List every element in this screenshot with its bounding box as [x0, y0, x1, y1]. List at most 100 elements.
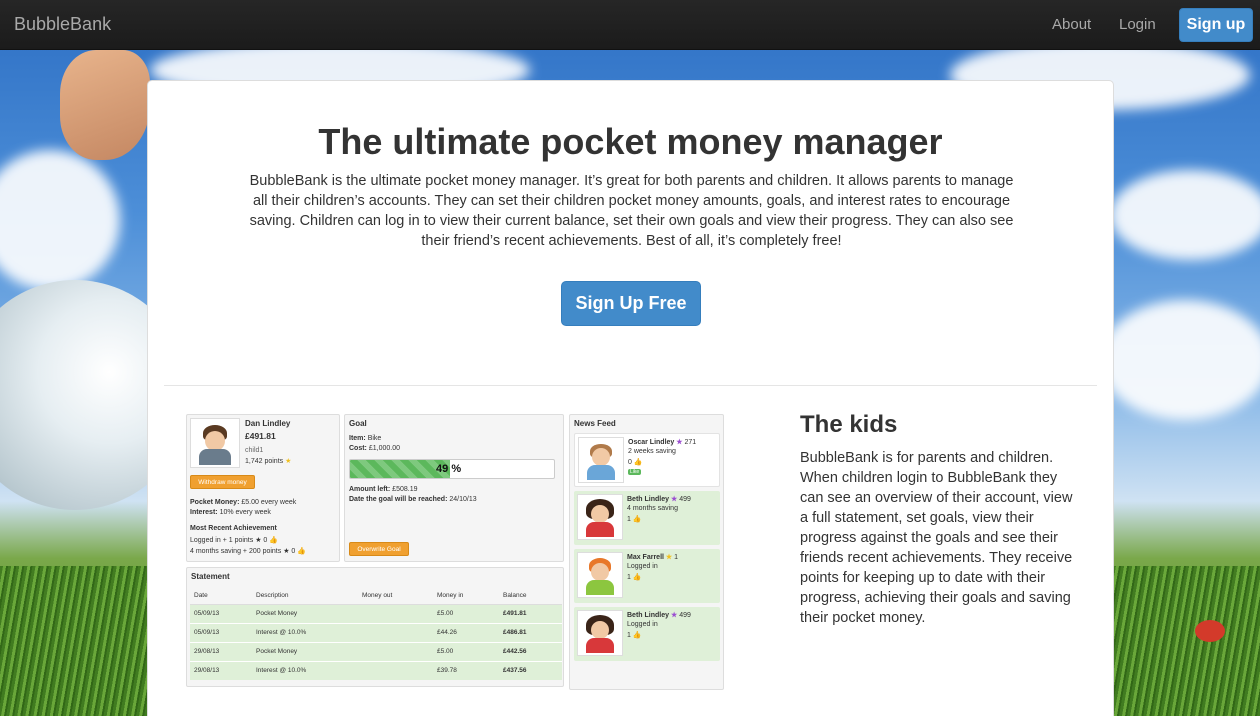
goal-date-value: 24/10/13 [449, 496, 477, 503]
goal-percent-sign: % [451, 463, 462, 475]
child-username: child1 [245, 447, 264, 454]
star-icon: ★ [676, 439, 683, 446]
feed-name: Beth Lindley ★ 499 [627, 611, 691, 619]
table-row: 29/08/13 Pocket Money £5.00 £442.56 [190, 641, 562, 661]
divider [164, 385, 1097, 386]
feed-line: 0 👍 [628, 459, 643, 466]
table-header: Description [252, 588, 358, 605]
table-row: 29/08/13 Interest @ 10.0% £39.78 £437.56 [190, 660, 562, 680]
brand-logo[interactable]: BubbleBank [14, 14, 111, 35]
goal-item-value: Bike [367, 435, 382, 442]
table-header: Money out [358, 588, 433, 605]
news-feed-title: News Feed [574, 419, 616, 428]
feed-item: Oscar Lindley ★ 271 2 weeks saving 0 👍 L… [574, 433, 720, 487]
feed-line: 1 👍 [627, 574, 642, 581]
signup-free-button[interactable]: Sign Up Free [561, 281, 701, 326]
table-header: Money in [433, 588, 499, 605]
feed-line: Logged in [627, 621, 658, 628]
background-flower [1195, 620, 1225, 642]
table-row: 05/09/13 Interest @ 10.0% £44.26 £486.81 [190, 622, 562, 642]
preview-news-feed: News Feed Oscar Lindley ★ 271 2 weeks sa… [569, 414, 724, 690]
table-cell: £39.78 [433, 660, 499, 680]
goal-title: Goal [349, 419, 367, 428]
feed-name: Oscar Lindley ★ 271 [628, 438, 696, 446]
table-cell: £491.81 [499, 603, 562, 623]
preview-goal-card: Goal Item: Bike Cost: £1,000.00 49 % Amo… [344, 414, 564, 562]
goal-cost-label: Cost: [349, 445, 367, 452]
feed-item: Beth Lindley ★ 499 Logged in 1 👍 [574, 607, 720, 661]
pocket-money-value: £5.00 every week [241, 499, 297, 506]
navbar: BubbleBank About Login Sign up [0, 0, 1260, 50]
hero-title: The ultimate pocket money manager [318, 121, 943, 162]
goal-progress-fill [350, 460, 450, 478]
table-cell: £5.00 [433, 641, 499, 661]
goal-cost-value: £1,000.00 [368, 445, 400, 452]
table-header-row: Date Description Money out Money in Bala… [190, 588, 562, 605]
goal-percent-value: 49 [436, 463, 449, 475]
points-value: 1,742 points [245, 458, 284, 465]
preview-statement-card: Statement Date Description Money out Mon… [186, 567, 564, 687]
feed-name-text: Oscar Lindley [628, 439, 675, 446]
table-cell: £5.00 [433, 603, 499, 623]
like-button[interactable]: Like [628, 469, 642, 475]
goal-amount-left-label: Amount left: [349, 486, 391, 493]
interest-row: Interest: 10% every week [190, 509, 271, 516]
feed-name-text: Beth Lindley [627, 612, 670, 619]
feed-line: 2 weeks saving [628, 448, 676, 455]
goal-date-row: Date the goal will be reached: 24/10/13 [349, 496, 477, 503]
statement-title: Statement [191, 572, 230, 581]
table-cell [358, 622, 433, 642]
table-cell: Interest @ 10.0% [252, 660, 358, 680]
table-cell: £442.56 [499, 641, 562, 661]
table-cell [358, 641, 433, 661]
table-cell: £44.26 [433, 622, 499, 642]
table-cell: Pocket Money [252, 603, 358, 623]
goal-date-label: Date the goal will be reached: [349, 496, 448, 503]
withdraw-money-button[interactable]: Withdraw money [190, 475, 255, 489]
feed-line: 4 months saving [627, 505, 678, 512]
goal-cost-row: Cost: £1,000.00 [349, 445, 400, 452]
table-cell [358, 603, 433, 623]
table-cell: Interest @ 10.0% [252, 622, 358, 642]
feed-name-text: Beth Lindley [627, 496, 670, 503]
feed-name: Beth Lindley ★ 499 [627, 495, 691, 503]
hero-description: BubbleBank is the ultimate pocket money … [249, 173, 1014, 249]
preview-profile-card: Dan Lindley £491.81 child1 1,742 points … [186, 414, 340, 562]
feed-item: Beth Lindley ★ 499 4 months saving 1 👍 [574, 491, 720, 545]
feed-score: 499 [679, 612, 691, 619]
table-row: 05/09/13 Pocket Money £5.00 £491.81 [190, 603, 562, 623]
nav-login-link[interactable]: Login [1119, 16, 1156, 33]
avatar [578, 437, 624, 483]
table-cell: 05/09/13 [190, 622, 252, 642]
nav-signup-button[interactable]: Sign up [1179, 8, 1253, 42]
goal-progress-label: 49 % [436, 463, 461, 475]
achievement-item: 4 months saving + 200 points ★ 0 👍 [190, 548, 306, 555]
nav-about-link[interactable]: About [1052, 16, 1091, 33]
feed-score: 271 [684, 439, 697, 446]
goal-progress-bar: 49 % [349, 459, 555, 479]
table-cell: £437.56 [499, 660, 562, 680]
star-icon: ★ [670, 496, 678, 503]
table-cell: Pocket Money [252, 641, 358, 661]
star-icon: ★ [665, 554, 673, 561]
child-name: Dan Lindley [245, 419, 291, 428]
table-header: Balance [499, 588, 562, 605]
feed-line: Logged in [627, 563, 658, 570]
overwrite-goal-button[interactable]: Overwrite Goal [349, 542, 409, 556]
star-icon: ★ [670, 612, 678, 619]
avatar [577, 494, 623, 540]
achievement-item: Logged in + 1 points ★ 0 👍 [190, 537, 278, 544]
goal-item-label: Item: [349, 435, 366, 442]
kids-description: BubbleBank is for parents and children. … [800, 450, 1073, 626]
child-balance: £491.81 [245, 431, 276, 441]
kids-title: The kids [800, 411, 898, 438]
goal-amount-left-row: Amount left: £508.19 [349, 486, 417, 493]
avatar [190, 418, 240, 468]
feed-line: 1 👍 [627, 516, 642, 523]
table-cell: 29/08/13 [190, 660, 252, 680]
feed-name-text: Max Farrell [627, 554, 664, 561]
table-cell [358, 660, 433, 680]
star-icon: ★ [285, 458, 292, 465]
feed-name: Max Farrell ★ 1 [627, 553, 678, 561]
goal-item-row: Item: Bike [349, 435, 381, 442]
